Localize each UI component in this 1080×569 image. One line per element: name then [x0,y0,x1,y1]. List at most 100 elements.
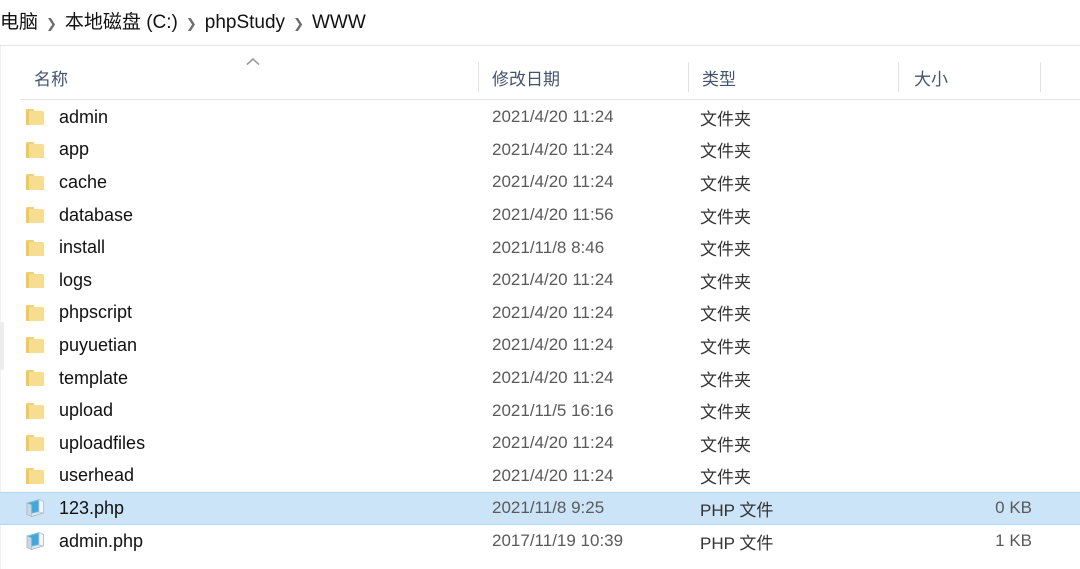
file-type: 文件夹 [700,109,751,129]
column-divider[interactable] [1040,62,1041,92]
folder-icon [25,207,45,224]
file-list-row[interactable]: puyuetian 2021/4/20 11:24 文件夹 [0,329,1080,362]
file-name-label: database [59,204,134,225]
file-name-label: upload [59,400,114,421]
file-list-row[interactable]: uploadfiles 2021/4/20 11:24 文件夹 [0,427,1080,460]
file-type: 文件夹 [700,174,751,194]
file-type: 文件夹 [700,207,751,227]
column-header-divider [20,99,1080,100]
breadcrumb-separator-icon: ❯ [293,16,304,31]
file-name-cell[interactable]: upload [20,398,470,424]
breadcrumb-item[interactable]: 本地磁盘 (C:) [61,9,182,37]
breadcrumb-item[interactable]: WWW [308,9,370,37]
folder-icon [25,402,45,419]
column-header-type[interactable]: 类型 [688,54,898,100]
folder-icon [25,435,45,452]
file-date-modified: 2021/11/8 9:25 [492,498,605,518]
file-name-cell[interactable]: admin [20,104,470,130]
file-icon-wrapper [20,332,50,358]
file-list-row[interactable]: install 2021/11/8 8:46 文件夹 [0,231,1080,264]
file-list-row[interactable]: admin.php 2017/11/19 10:39 PHP 文件 1 KB [0,525,1080,558]
file-list-row[interactable]: cache 2021/4/20 11:24 文件夹 [0,166,1080,199]
file-name-cell[interactable]: admin.php [20,528,470,554]
folder-icon [25,239,45,256]
file-icon-wrapper [20,137,50,163]
folder-icon [25,141,45,158]
file-type: 文件夹 [700,468,751,488]
column-header-row[interactable]: 名称 修改日期 类型 大小 [20,54,1080,100]
file-name-label: uploadfiles [59,432,146,453]
file-icon-wrapper [20,463,50,489]
file-list-row[interactable]: phpscript 2021/4/20 11:24 文件夹 [0,297,1080,330]
breadcrumb-item[interactable]: 电脑 [0,9,42,37]
file-name-label: cache [59,171,108,192]
file-name-label: logs [59,269,93,290]
column-header-size[interactable]: 大小 [898,54,1040,100]
file-icon-wrapper [20,528,50,554]
file-list-row[interactable]: database 2021/4/20 11:56 文件夹 [0,199,1080,232]
column-header-label: 修改日期 [492,69,560,89]
file-icon-wrapper [20,267,50,293]
file-name-cell[interactable]: puyuetian [20,332,470,358]
file-name-label: phpscript [59,302,133,323]
file-list-row[interactable]: admin 2021/4/20 11:24 文件夹 [0,101,1080,134]
file-icon-wrapper [20,365,50,391]
file-name-label: app [59,139,90,160]
file-icon-wrapper [20,104,50,130]
file-type: 文件夹 [700,240,751,260]
file-name-cell[interactable]: userhead [20,463,470,489]
file-type: 文件夹 [700,305,751,325]
sort-ascending-icon [246,57,260,66]
breadcrumb-separator-icon: ❯ [46,16,57,31]
file-list-row[interactable]: 123.php 2021/11/8 9:25 PHP 文件 0 KB [0,492,1080,525]
file-type: 文件夹 [700,272,751,292]
php-file-icon [24,498,46,518]
file-name-cell[interactable]: phpscript [20,300,470,326]
breadcrumb[interactable]: 电脑 ❯ 本地磁盘 (C:) ❯ phpStudy ❯ WWW [0,9,370,37]
folder-icon [25,304,45,321]
folder-icon [25,370,45,387]
file-date-modified: 2021/4/20 11:24 [492,172,614,192]
file-date-modified: 2021/4/20 11:24 [492,465,614,485]
file-name-label: userhead [59,465,135,486]
breadcrumb-item[interactable]: phpStudy [201,9,289,37]
file-date-modified: 2021/4/20 11:24 [492,270,614,290]
file-date-modified: 2021/4/20 11:24 [492,335,614,355]
file-type: 文件夹 [700,142,751,162]
file-type: 文件夹 [700,370,751,390]
file-list[interactable]: admin 2021/4/20 11:24 文件夹 app 2021/4/20 11:2… [0,101,1080,569]
file-name-cell[interactable]: database [20,202,470,228]
file-name-label: install [59,237,106,258]
file-name-cell[interactable]: logs [20,267,470,293]
file-name-label: puyuetian [59,334,138,355]
file-list-row[interactable]: upload 2021/11/5 16:16 文件夹 [0,394,1080,427]
address-bar[interactable]: 电脑 ❯ 本地磁盘 (C:) ❯ phpStudy ❯ WWW [0,0,1080,46]
file-list-row[interactable]: userhead 2021/4/20 11:24 文件夹 [0,460,1080,493]
file-name-cell[interactable]: cache [20,169,470,195]
column-header-label: 大小 [914,69,948,89]
file-list-row[interactable]: template 2021/4/20 11:24 文件夹 [0,362,1080,395]
file-list-row[interactable]: app 2021/4/20 11:24 文件夹 [0,134,1080,167]
file-list-row[interactable]: logs 2021/4/20 11:24 文件夹 [0,264,1080,297]
breadcrumb-separator-icon: ❯ [185,16,197,31]
file-name-cell[interactable]: 123.php [20,495,470,521]
file-icon-wrapper [20,169,50,195]
file-size: 1 KB [995,531,1032,551]
file-icon-wrapper [20,235,50,261]
file-name-cell[interactable]: template [20,365,470,391]
address-bar-divider [0,45,1080,46]
file-type: PHP 文件 [700,533,774,553]
file-name-cell[interactable]: app [20,137,470,163]
file-explorer-window: 电脑 ❯ 本地磁盘 (C:) ❯ phpStudy ❯ WWW 名称 修改日期 类型 大小 adm… [0,0,1080,569]
file-date-modified: 2021/4/20 11:24 [492,368,614,388]
file-name-label: admin [59,106,109,127]
file-name-cell[interactable]: uploadfiles [20,430,470,456]
folder-icon [25,467,45,484]
file-type: 文件夹 [700,403,751,423]
file-name-cell[interactable]: install [20,235,470,261]
file-date-modified: 2021/4/20 11:24 [492,433,614,453]
column-header-date[interactable]: 修改日期 [478,54,688,100]
file-date-modified: 2021/4/20 11:24 [492,107,614,127]
folder-icon [25,337,45,354]
column-header-label: 类型 [702,69,736,89]
